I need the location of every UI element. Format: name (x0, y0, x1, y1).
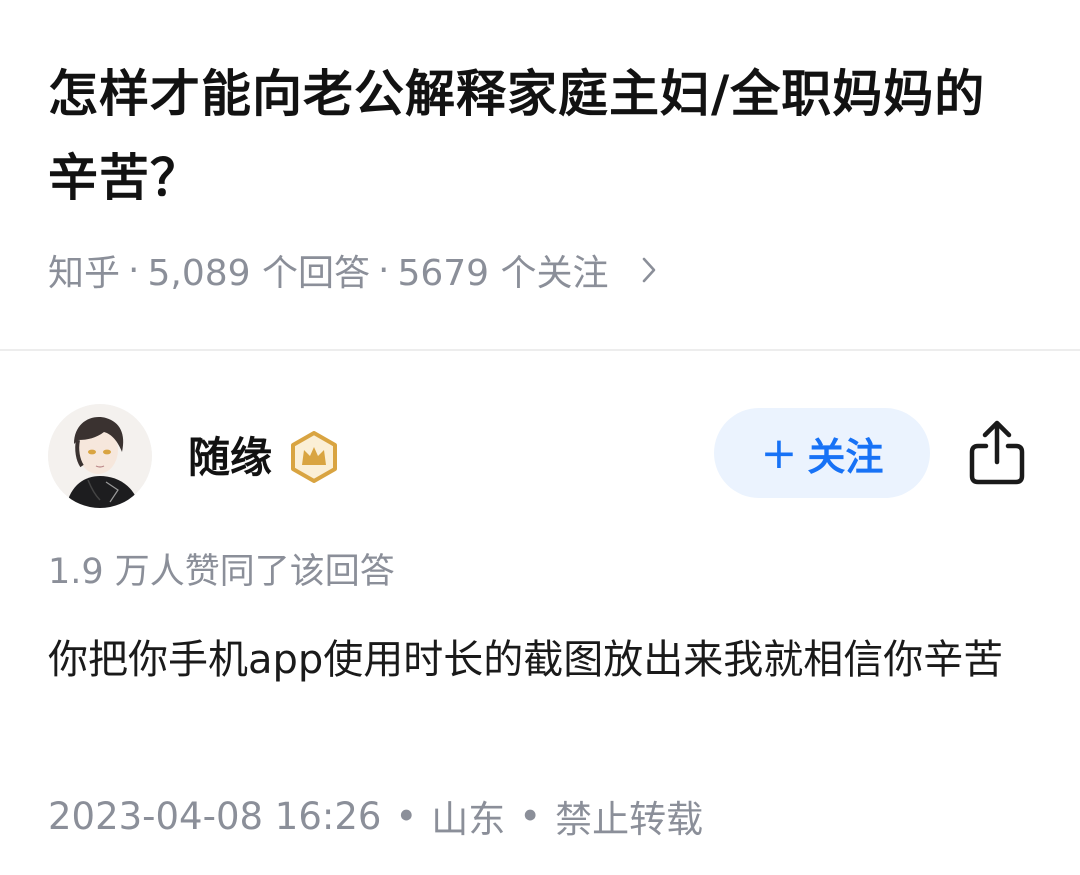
answer-location: 山东 (431, 798, 506, 841)
follow-button-label: 关注 (807, 434, 884, 479)
question-meta[interactable]: 知乎 · 5,089 个回答 · 5679 个关注 (48, 244, 663, 296)
copyright-notice: 禁止转载 (555, 798, 704, 841)
footer-dot: • (395, 794, 418, 838)
question-header: 怎样才能向老公解释家庭主妇/全职妈妈的辛苦？ (48, 52, 1028, 220)
question-source: 知乎 (48, 253, 121, 294)
meta-separator: · (128, 249, 140, 291)
footer-dot: • (519, 794, 542, 838)
question-title[interactable]: 怎样才能向老公解释家庭主妇/全职妈妈的辛苦？ (48, 52, 1028, 220)
answer-count: 5,089 个回答 (147, 253, 370, 294)
chevron-right-icon[interactable] (635, 256, 663, 284)
meta-separator: · (377, 249, 390, 291)
section-divider (0, 349, 1080, 351)
answer-content[interactable]: 你把你手机app使用时长的截图放出来我就相信你辛苦 (48, 628, 1038, 692)
crown-badge-icon (288, 431, 340, 483)
plus-icon: + (760, 427, 798, 479)
answer-footer: 2023-04-08 16:26 • 山东 • 禁止转载 (48, 790, 703, 842)
follower-count: 5679 个关注 (397, 253, 609, 294)
answer-date: 2023-04-08 16:26 (48, 794, 382, 838)
follow-button[interactable]: + 关注 (714, 408, 930, 498)
avatar[interactable] (48, 404, 152, 508)
answer-author-row: 随缘 + 关注 (48, 404, 1032, 510)
author-name[interactable]: 随缘 (188, 430, 272, 486)
vote-count: 1.9 万人赞同了该回答 (48, 552, 395, 592)
share-icon[interactable] (966, 418, 1028, 488)
